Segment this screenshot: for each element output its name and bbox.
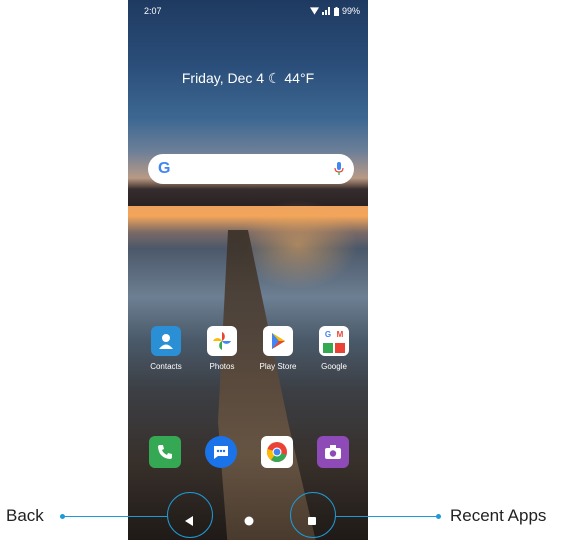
app-label: Photos: [209, 362, 235, 371]
app-contacts[interactable]: Contacts: [138, 326, 194, 371]
google-logo-icon: G: [158, 160, 171, 177]
google-search-bar[interactable]: G: [148, 154, 354, 184]
play-store-icon: [263, 326, 293, 356]
status-icons: 99%: [309, 6, 360, 16]
app-photos[interactable]: Photos: [194, 326, 250, 371]
google-mini-icon: G: [324, 329, 332, 339]
app-label: Contacts: [150, 362, 182, 371]
photos-icon: [207, 326, 237, 356]
app-play-store[interactable]: Play Store: [250, 326, 306, 371]
dock-chrome[interactable]: [249, 436, 305, 474]
app-google-folder[interactable]: G M Google: [306, 326, 362, 371]
google-folder-icon: G M: [319, 326, 349, 356]
date-weather-widget[interactable]: Friday, Dec 4 ☾ 44°F: [128, 70, 368, 87]
phone-icon: [149, 436, 181, 468]
status-bar: 2:07 99%: [128, 0, 368, 22]
app-label: Play Store: [259, 362, 297, 371]
home-button[interactable]: [242, 514, 256, 528]
recent-apps-callout-dot: [436, 514, 441, 519]
battery-percent: 99%: [341, 6, 360, 16]
dock-messages[interactable]: [193, 436, 249, 474]
camera-icon: [317, 436, 349, 468]
back-callout-label: Back: [6, 506, 44, 525]
youtube-mini-icon: [335, 342, 345, 353]
drive-mini-icon: [323, 342, 333, 353]
dock-camera[interactable]: [305, 436, 361, 474]
battery-icon: [333, 6, 339, 16]
dock-phone[interactable]: [137, 436, 193, 474]
status-time: 2:07: [144, 6, 162, 16]
phone-screen: 2:07 99% Friday, Dec 4 ☾ 44°F G Contacts: [128, 0, 368, 540]
back-callout-line: [62, 516, 167, 517]
back-highlight-ring: [167, 492, 213, 538]
gmail-mini-icon: M: [336, 329, 344, 339]
contacts-icon: [151, 326, 181, 356]
recent-apps-callout-line: [336, 516, 438, 517]
wifi-icon: [309, 7, 319, 15]
microphone-icon[interactable]: [334, 162, 344, 176]
signal-icon: [321, 7, 330, 15]
app-label: Google: [321, 362, 347, 371]
chrome-icon: [261, 436, 293, 468]
recent-apps-highlight-ring: [290, 492, 336, 538]
messages-icon: [205, 436, 237, 468]
recent-apps-callout-label: Recent Apps: [450, 506, 547, 525]
